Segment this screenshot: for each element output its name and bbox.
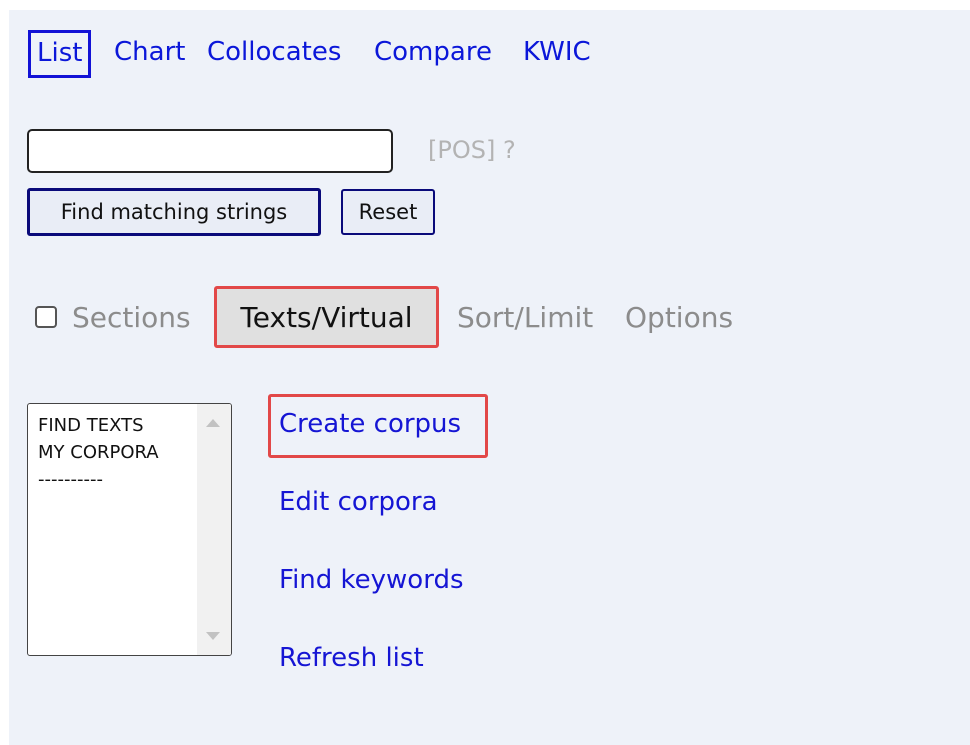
list-item-find-texts[interactable]: FIND TEXTS [38,412,159,439]
tab-sort-limit[interactable]: Sort/Limit [457,300,593,336]
find-keywords-link[interactable]: Find keywords [279,564,464,596]
tab-compare[interactable]: Compare [374,36,492,68]
tab-kwic[interactable]: KWIC [523,36,591,68]
tab-collocates[interactable]: Collocates [207,36,341,68]
find-matching-strings-button[interactable]: Find matching strings [27,188,321,236]
tab-texts-virtual[interactable]: Texts/Virtual [214,286,439,348]
corpus-listbox[interactable]: FIND TEXTS MY CORPORA ---------- [27,403,232,656]
tab-options[interactable]: Options [625,300,733,336]
list-item-my-corpora[interactable]: MY CORPORA [38,439,159,466]
tab-list[interactable]: List [28,30,92,78]
listbox-scrollbar[interactable] [197,404,231,655]
scroll-down-icon[interactable] [206,632,220,640]
refresh-list-link[interactable]: Refresh list [279,642,424,674]
search-input[interactable] [27,129,393,173]
tab-chart[interactable]: Chart [114,36,185,68]
sections-checkbox[interactable] [35,306,57,328]
edit-corpora-link[interactable]: Edit corpora [279,486,438,518]
pos-hint-link[interactable]: [POS] ? [428,136,516,164]
scroll-up-icon[interactable] [206,419,220,427]
list-item-separator[interactable]: ---------- [38,466,159,493]
reset-button[interactable]: Reset [341,189,435,235]
create-corpus-link[interactable]: Create corpus [279,408,461,440]
tab-sections[interactable]: Sections [72,300,191,336]
